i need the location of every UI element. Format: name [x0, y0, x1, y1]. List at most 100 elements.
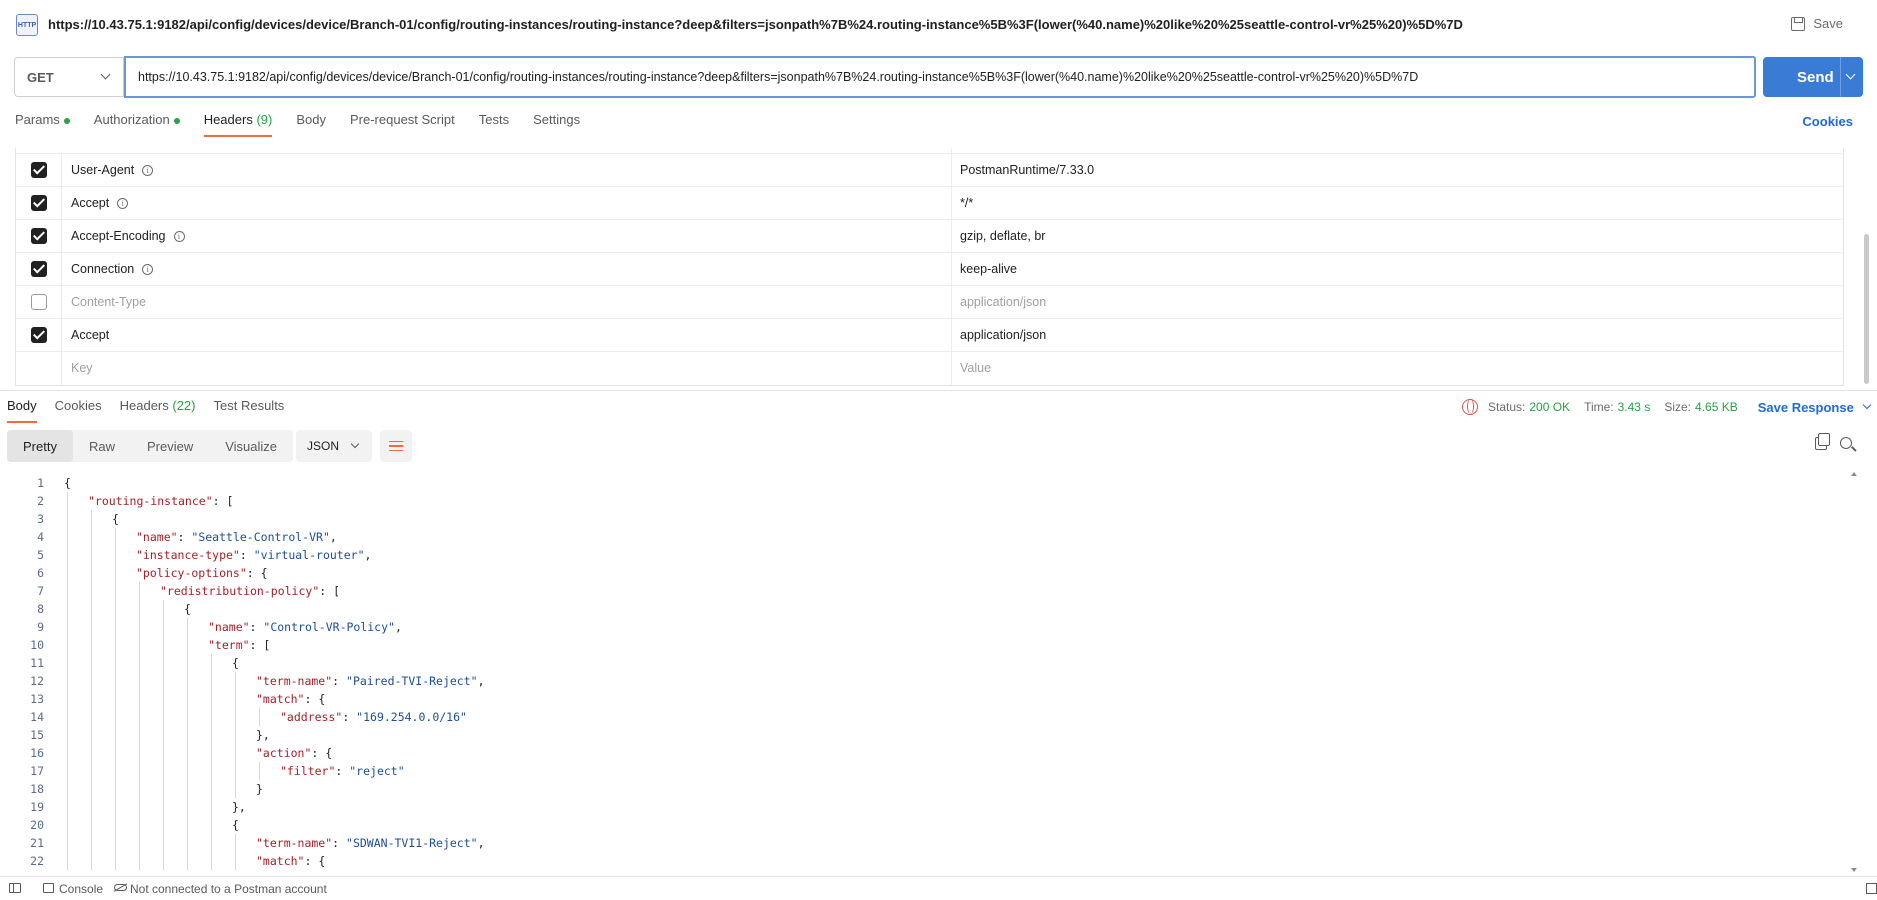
response-tab-cookies[interactable]: Cookies: [55, 398, 102, 423]
tab-params[interactable]: Params: [15, 112, 70, 137]
code-text: "name": "Seattle-Control-VR",: [136, 528, 337, 546]
header-key[interactable]: Accept: [71, 328, 109, 342]
code-line: 3{: [0, 510, 1850, 528]
layout-icon[interactable]: [1866, 883, 1877, 894]
scrollbar-thumb[interactable]: [1864, 234, 1869, 384]
save-button[interactable]: Save: [1791, 16, 1843, 31]
account-status[interactable]: Not connected to a Postman account: [130, 882, 327, 896]
url-input[interactable]: [124, 56, 1756, 98]
tab-pre-request-script[interactable]: Pre-request Script: [350, 112, 455, 137]
header-value[interactable]: PostmanRuntime/7.33.0: [960, 163, 1094, 177]
code-text: "filter": "reject": [280, 762, 405, 780]
json-punctuation: : [: [249, 638, 271, 652]
copy-icon[interactable]: [1815, 433, 1830, 450]
line-number: 10: [30, 638, 44, 652]
view-raw-button[interactable]: Raw: [73, 430, 131, 462]
network-globe-icon[interactable]: [1462, 399, 1478, 415]
chevron-down-icon[interactable]: [1845, 69, 1856, 80]
send-divider: [1840, 57, 1841, 97]
send-button[interactable]: Send: [1763, 57, 1863, 97]
json-punctuation: {: [232, 818, 239, 832]
header-value[interactable]: application/json: [960, 295, 1046, 309]
size-value[interactable]: 4.65 KB: [1695, 400, 1738, 414]
info-icon[interactable]: i: [142, 164, 154, 176]
code-line: 18}: [0, 780, 1850, 798]
header-key[interactable]: User-Agent i: [71, 163, 154, 177]
header-checkbox[interactable]: [30, 294, 47, 310]
section-divider: [0, 390, 1877, 391]
header-checkbox[interactable]: [30, 261, 47, 277]
response-body-code[interactable]: 1{2 "routing-instance": [3{4 "name": "Seat…: [0, 472, 1850, 872]
json-punctuation: },: [256, 728, 270, 742]
json-key: "filter": [280, 764, 336, 778]
tab-label: Tests: [478, 112, 510, 127]
header-checkbox[interactable]: [30, 162, 47, 178]
tab-headers[interactable]: Headers (9): [203, 112, 272, 137]
line-number: 11: [30, 656, 44, 670]
response-tab-headers[interactable]: Headers (22): [120, 398, 196, 423]
header-value[interactable]: gzip, deflate, br: [960, 229, 1045, 243]
cookies-link[interactable]: Cookies: [1802, 114, 1853, 129]
info-icon[interactable]: i: [173, 230, 185, 242]
header-key[interactable]: Accept i: [71, 196, 129, 210]
header-checkbox[interactable]: [30, 327, 47, 343]
checkbox-cell: [16, 286, 62, 318]
response-tab-test-results[interactable]: Test Results: [214, 398, 285, 423]
toggle-sidebar-icon[interactable]: [9, 883, 21, 893]
header-checkbox[interactable]: [30, 228, 47, 244]
scroll-down-icon[interactable]: [1851, 868, 1857, 872]
console-icon[interactable]: [43, 883, 54, 893]
wrap-lines-button[interactable]: [380, 430, 412, 462]
header-value[interactable]: */*: [960, 196, 973, 210]
header-key-text: Accept: [71, 328, 110, 342]
header-key[interactable]: Content-Type: [71, 295, 146, 309]
header-checkbox[interactable]: [30, 195, 47, 211]
code-text: "name": "Control-VR-Policy",: [208, 618, 402, 636]
json-key: "policy-options": [136, 566, 247, 580]
method-select[interactable]: GET: [14, 57, 124, 97]
wrap-icon-line: [389, 445, 403, 447]
console-button[interactable]: Console: [59, 882, 103, 896]
save-response-button[interactable]: Save Response: [1757, 399, 1872, 415]
view-pretty-button[interactable]: Pretty: [7, 430, 73, 462]
column-divider: [951, 319, 952, 351]
new-header-key-input[interactable]: Key: [71, 361, 93, 375]
search-icon[interactable]: [1840, 437, 1852, 449]
header-key-text: Connection: [71, 262, 135, 276]
header-value[interactable]: application/json: [960, 328, 1046, 342]
scroll-up-icon[interactable]: [1851, 472, 1857, 476]
code-scrollbar[interactable]: [1850, 472, 1858, 872]
json-key: "routing-instance": [88, 494, 213, 508]
http-request-icon: HTTP: [16, 14, 38, 36]
line-number: 9: [37, 620, 44, 634]
request-title[interactable]: https://10.43.75.1:9182/api/config/devic…: [48, 17, 1463, 32]
info-icon[interactable]: i: [117, 197, 129, 209]
code-line: 9 "name": "Control-VR-Policy",: [0, 618, 1850, 636]
info-icon[interactable]: i: [142, 263, 154, 275]
time-value[interactable]: 3.43 s: [1618, 400, 1651, 414]
response-tab-body[interactable]: Body: [7, 398, 37, 423]
new-header-value-input[interactable]: Value: [960, 361, 991, 375]
column-divider: [951, 148, 952, 153]
code-text: "match": {: [256, 690, 325, 708]
tab-authorization[interactable]: Authorization: [94, 112, 180, 137]
tab-body[interactable]: Body: [296, 112, 326, 137]
view-preview-button[interactable]: Preview: [131, 430, 209, 462]
line-number: 3: [37, 512, 44, 526]
indent-guide: [211, 654, 212, 870]
save-response-label: Save Response: [1757, 399, 1854, 415]
status-value[interactable]: 200 OK: [1529, 400, 1570, 414]
header-value[interactable]: keep-alive: [960, 262, 1017, 276]
header-key[interactable]: Accept-Encoding i: [71, 229, 185, 243]
tab-settings[interactable]: Settings: [533, 112, 580, 137]
view-visualize-button[interactable]: Visualize: [209, 430, 293, 462]
header-key[interactable]: Connection i: [71, 262, 154, 276]
status-dot-icon: [173, 117, 180, 124]
json-punctuation: ,: [477, 836, 485, 850]
json-key: "term": [208, 638, 250, 652]
json-punctuation: {: [64, 476, 71, 490]
tab-tests[interactable]: Tests: [479, 112, 509, 137]
format-select[interactable]: JSON: [296, 430, 372, 462]
line-number: 20: [30, 818, 44, 832]
json-key: "match": [256, 854, 305, 868]
